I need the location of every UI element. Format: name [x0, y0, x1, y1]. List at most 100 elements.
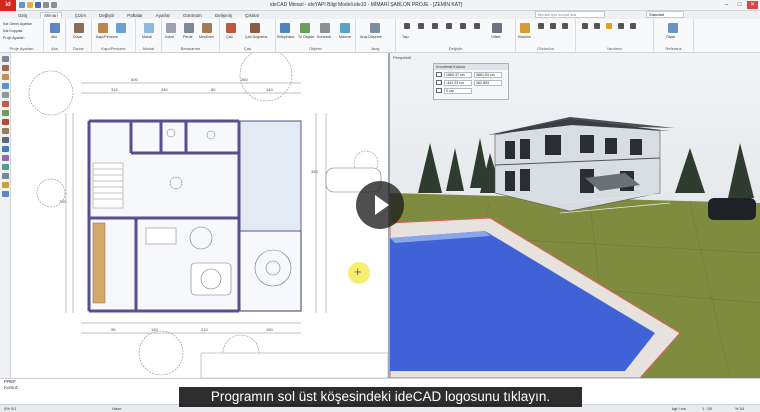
library-label: Kütüphane: [277, 35, 295, 39]
grid-icon[interactable]: [618, 23, 624, 29]
window-icon[interactable]: [116, 23, 126, 33]
command-search-input[interactable]: Mimari için komut ara: [535, 11, 605, 18]
axis-icon[interactable]: [50, 23, 60, 33]
plan-view[interactable]: 315 240 80 140 500 260 95 120 210 150 700 330: [11, 53, 388, 378]
tab-mimari[interactable]: Mimari: [40, 12, 62, 18]
wall-icon[interactable]: [74, 23, 84, 33]
library-icon[interactable]: [280, 23, 290, 33]
measure-tool-icon[interactable]: [2, 173, 9, 179]
landscape-label: Manzar: [339, 35, 351, 39]
ribbon-group-wall: Duvar Duvar: [66, 19, 92, 52]
group-label: Çatı: [243, 46, 252, 51]
text-tool-icon[interactable]: [2, 137, 9, 143]
video-caption: Programın sol üst köşesindeki ideCAD log…: [179, 387, 582, 407]
slab-tool-icon[interactable]: [370, 23, 380, 33]
snap-icon[interactable]: [582, 23, 588, 29]
extend-icon[interactable]: [474, 23, 480, 29]
coordinate-z-field[interactable]: 0 cm: [444, 87, 472, 94]
coordinate-panel: Koordinat Kutusu 1865.37 cm 3861.53 cm -…: [433, 63, 509, 100]
slab-tool-icon[interactable]: [2, 110, 9, 116]
dimension-tool-icon[interactable]: [2, 146, 9, 152]
roof-tool-icon[interactable]: [2, 119, 9, 125]
object-tool-icon[interactable]: [2, 164, 9, 170]
tab-ciktilar[interactable]: Çıktılar: [245, 13, 259, 18]
mirror-icon[interactable]: [446, 23, 452, 29]
status-progress: 0% 0/1: [4, 406, 17, 411]
railing-icon[interactable]: [320, 23, 330, 33]
tab-paftalar[interactable]: Paftalar: [127, 13, 143, 18]
coordinate-y-field[interactable]: -441.23 cm: [444, 79, 472, 86]
copy-floor-button[interactable]: Kat Kopyala: [3, 29, 22, 33]
landscape-icon[interactable]: [340, 23, 350, 33]
select-icon[interactable]: [2, 56, 9, 62]
idecad-logo-button[interactable]: id: [0, 0, 16, 11]
status-unit[interactable]: kgf / cm: [672, 406, 686, 411]
new-file-icon[interactable]: [19, 2, 25, 8]
objects-icon[interactable]: [300, 23, 310, 33]
beam-tool-icon[interactable]: [2, 101, 9, 107]
stair-tool-icon[interactable]: [2, 128, 9, 134]
floor-settings-button[interactable]: Kat Genel Ayarları: [3, 22, 32, 26]
style-select[interactable]: Standart: [646, 11, 684, 18]
scale-icon[interactable]: [668, 23, 678, 33]
undo-icon[interactable]: [43, 2, 49, 8]
close-button[interactable]: ✕: [747, 1, 758, 9]
save-icon[interactable]: [35, 2, 41, 8]
coordinate-x2-field[interactable]: 3861.53 cm: [474, 71, 502, 78]
roof-frame-icon[interactable]: [250, 23, 260, 33]
layers-icon[interactable]: [562, 23, 568, 29]
scale-label: Ölçek: [666, 35, 676, 39]
folder-view-icon[interactable]: [520, 23, 530, 33]
offset-icon[interactable]: [492, 23, 502, 33]
polar-icon[interactable]: [630, 23, 636, 29]
minimize-button[interactable]: –: [721, 1, 732, 9]
open-folder-icon[interactable]: [27, 2, 33, 8]
status-zoom[interactable]: % 54: [735, 406, 744, 411]
ribbon-group-reference: Ölçek Referans: [654, 19, 694, 52]
group-label: Proje Ayarları: [9, 46, 34, 51]
group-label: Yardımcı: [606, 46, 623, 51]
tab-gorunum[interactable]: Görünüm: [183, 13, 202, 18]
tab-ayarlar[interactable]: Ayarlar: [156, 13, 170, 18]
redo-icon[interactable]: [51, 2, 57, 8]
play-button-icon[interactable]: [356, 181, 404, 229]
group-label: Mahal: [143, 46, 154, 51]
window-tool-icon[interactable]: [2, 83, 9, 89]
render-tool-icon[interactable]: [2, 191, 9, 197]
layer-tool-icon[interactable]: [2, 182, 9, 188]
tab-degistir[interactable]: Değiştir: [99, 13, 114, 18]
coordinate-y2-field[interactable]: 162.893: [474, 79, 502, 86]
status-scale[interactable]: 1 : 50: [702, 406, 712, 411]
roof-icon[interactable]: [226, 23, 236, 33]
copy-icon[interactable]: [432, 23, 438, 29]
door-tool-icon[interactable]: [2, 74, 9, 80]
tab-giris[interactable]: Giriş: [18, 13, 27, 18]
tab-cizim[interactable]: Çizim: [75, 13, 86, 18]
pan-icon[interactable]: [550, 23, 556, 29]
zoom-icon[interactable]: [538, 23, 544, 29]
osnap-icon[interactable]: [606, 23, 612, 29]
column-tool-icon[interactable]: [2, 92, 9, 98]
move-icon[interactable]: [404, 23, 410, 29]
project-settings-button[interactable]: Proje Ayarları: [3, 36, 25, 40]
roof-frame-label: Çatı Doğrama: [245, 35, 268, 39]
axis-label: Aks: [51, 35, 57, 39]
svg-text:500: 500: [131, 77, 138, 82]
tab-gelismis[interactable]: Gelişmiş: [215, 13, 232, 18]
left-toolbar: [0, 53, 11, 378]
trim-icon[interactable]: [460, 23, 466, 29]
perspective-view[interactable]: Perspektif Koordinat Kutusu 1865.37 cm 3…: [388, 53, 760, 378]
space-icon[interactable]: [144, 23, 154, 33]
door-window-label: Kapı/Pencere: [96, 35, 118, 39]
maximize-button[interactable]: □: [734, 1, 745, 9]
stairs-icon[interactable]: [202, 23, 212, 33]
hatch-tool-icon[interactable]: [2, 155, 9, 161]
svg-text:240: 240: [161, 87, 168, 92]
coordinate-x-field[interactable]: 1865.37 cm: [444, 71, 472, 78]
wall-tool-icon[interactable]: [2, 65, 9, 71]
shear-wall-icon[interactable]: [184, 23, 194, 33]
column-icon[interactable]: [166, 23, 176, 33]
ortho-icon[interactable]: [594, 23, 600, 29]
rotate-icon[interactable]: [418, 23, 424, 29]
door-icon[interactable]: [98, 23, 108, 33]
